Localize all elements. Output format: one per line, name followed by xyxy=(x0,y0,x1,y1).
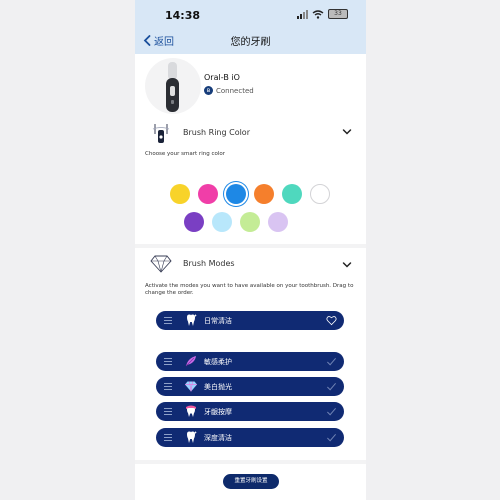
status-icons: 33 xyxy=(297,9,348,19)
tooth-sparkle-icon xyxy=(187,431,198,443)
signal-icon xyxy=(297,9,308,19)
drag-handle-icon[interactable] xyxy=(164,434,172,441)
diamond-icon xyxy=(185,381,197,392)
battery-icon: 33 xyxy=(328,9,348,19)
drag-handle-icon[interactable] xyxy=(164,358,172,365)
ring-color-icon xyxy=(152,124,170,143)
color-swatch-light-green[interactable] xyxy=(240,212,260,232)
mode-label: 日常清洁 xyxy=(204,317,232,325)
color-swatch-teal[interactable] xyxy=(282,184,302,204)
check-icon[interactable] xyxy=(326,356,337,367)
brush-modes-title: Brush Modes xyxy=(183,259,235,268)
color-swatch-lavender[interactable] xyxy=(268,212,288,232)
section-divider xyxy=(135,460,366,464)
color-swatch-white[interactable] xyxy=(310,184,330,204)
status-time: 14:38 xyxy=(165,9,201,22)
ring-color-title: Brush Ring Color xyxy=(183,128,250,137)
brush-mode-whitening[interactable]: 美白抛光 xyxy=(156,377,344,396)
brush-modes-description: Activate the modes you want to have avai… xyxy=(145,283,354,296)
check-icon[interactable] xyxy=(326,406,337,417)
drag-handle-icon[interactable] xyxy=(164,317,172,324)
bluetooth-icon: ʙ xyxy=(204,86,213,95)
color-swatch-pink[interactable] xyxy=(198,184,218,204)
mode-label: 美白抛光 xyxy=(204,383,232,391)
heart-outline-icon[interactable] xyxy=(326,315,337,326)
color-swatch-orange[interactable] xyxy=(254,184,274,204)
mode-label: 敏感柔护 xyxy=(204,358,232,366)
tooth-sparkle-icon xyxy=(187,314,198,326)
device-name: Oral-B iO xyxy=(204,73,240,82)
brush-mode-daily-clean[interactable]: 日常清洁 xyxy=(156,311,344,330)
reset-brush-settings-button[interactable]: 重置牙刷设置 xyxy=(223,474,279,489)
connection-status: ʙ Connected xyxy=(204,86,254,95)
section-divider xyxy=(135,244,366,248)
check-icon[interactable] xyxy=(326,381,337,392)
ring-color-chevron-down-icon[interactable] xyxy=(342,127,352,137)
brush-mode-deep-clean[interactable]: 深度清洁 xyxy=(156,428,344,447)
mode-label: 深度清洁 xyxy=(204,434,232,442)
gum-icon xyxy=(186,405,196,417)
ring-color-description: Choose your smart ring color xyxy=(145,151,225,157)
color-swatch-yellow[interactable] xyxy=(170,184,190,204)
brush-modes-chevron-down-icon[interactable] xyxy=(342,260,352,270)
app-screen: 14:38 33 返回 您的牙刷 Oral-B iO ʙ Connected B… xyxy=(135,0,366,500)
brush-mode-sensitive[interactable]: 敏感柔护 xyxy=(156,352,344,371)
check-icon[interactable] xyxy=(326,432,337,443)
mode-label: 牙龈按摩 xyxy=(204,408,232,416)
top-bar: 14:38 33 返回 您的牙刷 xyxy=(135,0,366,54)
color-swatch-purple[interactable] xyxy=(184,212,204,232)
brush-mode-gum-care[interactable]: 牙龈按摩 xyxy=(156,402,344,421)
wifi-icon xyxy=(312,9,324,19)
diamond-icon xyxy=(150,255,172,273)
color-swatch-blue-selected[interactable] xyxy=(226,184,246,204)
color-swatch-light-blue[interactable] xyxy=(212,212,232,232)
drag-handle-icon[interactable] xyxy=(164,408,172,415)
toothbrush-icon xyxy=(166,62,179,112)
toothbrush-image xyxy=(145,58,201,114)
drag-handle-icon[interactable] xyxy=(164,383,172,390)
page-title: 您的牙刷 xyxy=(230,37,271,48)
feather-icon xyxy=(185,356,196,367)
connection-status-label: Connected xyxy=(216,86,254,95)
